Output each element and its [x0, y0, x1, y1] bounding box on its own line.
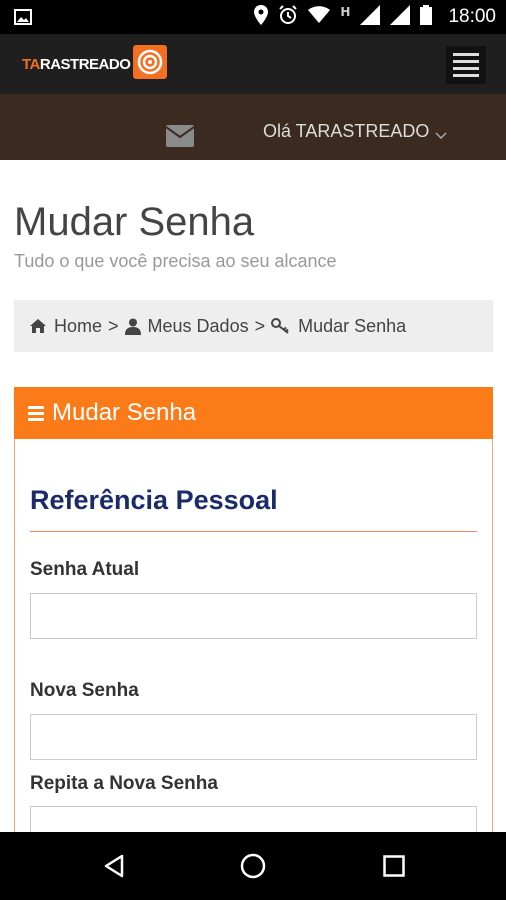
- panel-title: Mudar Senha: [52, 399, 197, 426]
- breadcrumb-separator: >: [108, 315, 119, 336]
- status-bar: H 18:00: [0, 0, 506, 34]
- section-title: Referência Pessoal: [30, 485, 278, 515]
- envelope-icon[interactable]: [165, 125, 195, 151]
- wifi-icon: [308, 6, 331, 28]
- panel-header: Mudar Senha: [14, 387, 493, 439]
- breadcrumb: Home > Meus Dados > Mudar Senha: [14, 300, 493, 352]
- breadcrumb-label: Home: [54, 315, 103, 336]
- breadcrumb-meus-dados[interactable]: Meus Dados: [124, 315, 249, 337]
- home-icon: [30, 319, 46, 333]
- chevron-down-icon[interactable]: [435, 126, 447, 145]
- current-password-input[interactable]: [30, 593, 477, 639]
- battery-icon: [420, 5, 433, 29]
- section-divider: [30, 531, 477, 532]
- user-icon: [124, 318, 141, 335]
- signal-icon: [360, 5, 381, 29]
- new-password-label: Nova Senha: [30, 680, 139, 701]
- top-navbar: TARASTREADO: [0, 34, 506, 94]
- signal-icon: [390, 5, 411, 29]
- breadcrumb-home[interactable]: Home: [29, 316, 102, 337]
- back-icon[interactable]: [94, 846, 134, 886]
- logo-icon: [133, 45, 168, 83]
- location-icon: [254, 5, 269, 29]
- list-icon: [28, 405, 44, 421]
- repeat-password-label: Repita a Nova Senha: [30, 773, 218, 794]
- current-password-label: Senha Atual: [30, 559, 140, 580]
- user-greeting[interactable]: Olá TARASTREADO: [263, 121, 429, 142]
- page-title: Mudar Senha: [14, 200, 255, 244]
- page-subtitle: Tudo o que você precisa ao seu alcance: [14, 251, 337, 271]
- new-password-input[interactable]: [30, 714, 477, 760]
- logo[interactable]: TARASTREADO: [22, 45, 168, 83]
- hamburger-icon[interactable]: [446, 46, 486, 84]
- breadcrumb-mudar-senha[interactable]: Mudar Senha: [271, 316, 406, 337]
- image-icon: [14, 9, 32, 29]
- alarm-icon: [278, 5, 298, 29]
- home-button-icon[interactable]: [233, 846, 273, 886]
- recents-icon[interactable]: [374, 846, 414, 886]
- user-bar: [0, 94, 506, 160]
- breadcrumb-label: Mudar Senha: [298, 315, 407, 336]
- network-type: H: [340, 5, 351, 19]
- clock: 18:00: [448, 6, 496, 27]
- breadcrumb-separator: >: [254, 315, 266, 336]
- key-icon: [271, 318, 289, 334]
- android-nav-bar: [0, 832, 506, 900]
- logo-text: TARASTREADO: [22, 55, 131, 73]
- breadcrumb-label: Meus Dados: [147, 315, 249, 336]
